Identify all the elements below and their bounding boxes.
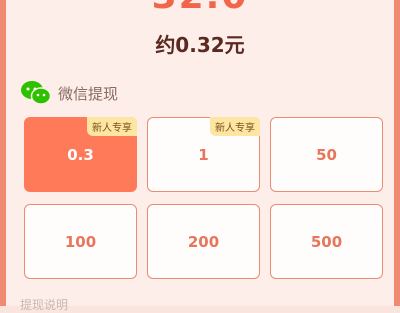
amount-option-0-3[interactable]: 新人专享 0.3 xyxy=(24,117,137,192)
new-user-badge: 新人专享 xyxy=(210,117,260,136)
amount-option-200[interactable]: 200 xyxy=(147,204,260,279)
amount-option-500[interactable]: 500 xyxy=(270,204,383,279)
amount-option-value: 50 xyxy=(316,145,337,164)
withdraw-notes-heading: 提现说明 xyxy=(20,298,69,312)
amount-option-50[interactable]: 50 xyxy=(270,117,383,192)
amount-option-value: 0.3 xyxy=(67,145,94,164)
approx-cash-value: 约0.32元 xyxy=(155,33,245,57)
coin-balance: 32.0 xyxy=(6,0,394,17)
amount-option-value: 500 xyxy=(310,232,343,251)
withdraw-panel: 32.0 约0.32元 微信提现 新人专享 0.3 新人专享 1 50 100 … xyxy=(6,0,394,312)
wechat-withdraw-label: 微信提现 xyxy=(58,84,119,103)
wechat-withdraw-option[interactable]: 微信提现 xyxy=(20,80,118,106)
wechat-icon xyxy=(21,81,52,105)
new-user-badge: 新人专享 xyxy=(87,117,137,136)
right-border xyxy=(394,0,400,306)
amount-options-grid: 新人专享 0.3 新人专享 1 50 100 200 500 xyxy=(24,117,383,279)
amount-option-value: 200 xyxy=(187,232,220,251)
amount-option-value: 100 xyxy=(64,232,97,251)
amount-option-1[interactable]: 新人专享 1 xyxy=(147,117,260,192)
amount-option-100[interactable]: 100 xyxy=(24,204,137,279)
amount-option-value: 1 xyxy=(198,145,209,164)
